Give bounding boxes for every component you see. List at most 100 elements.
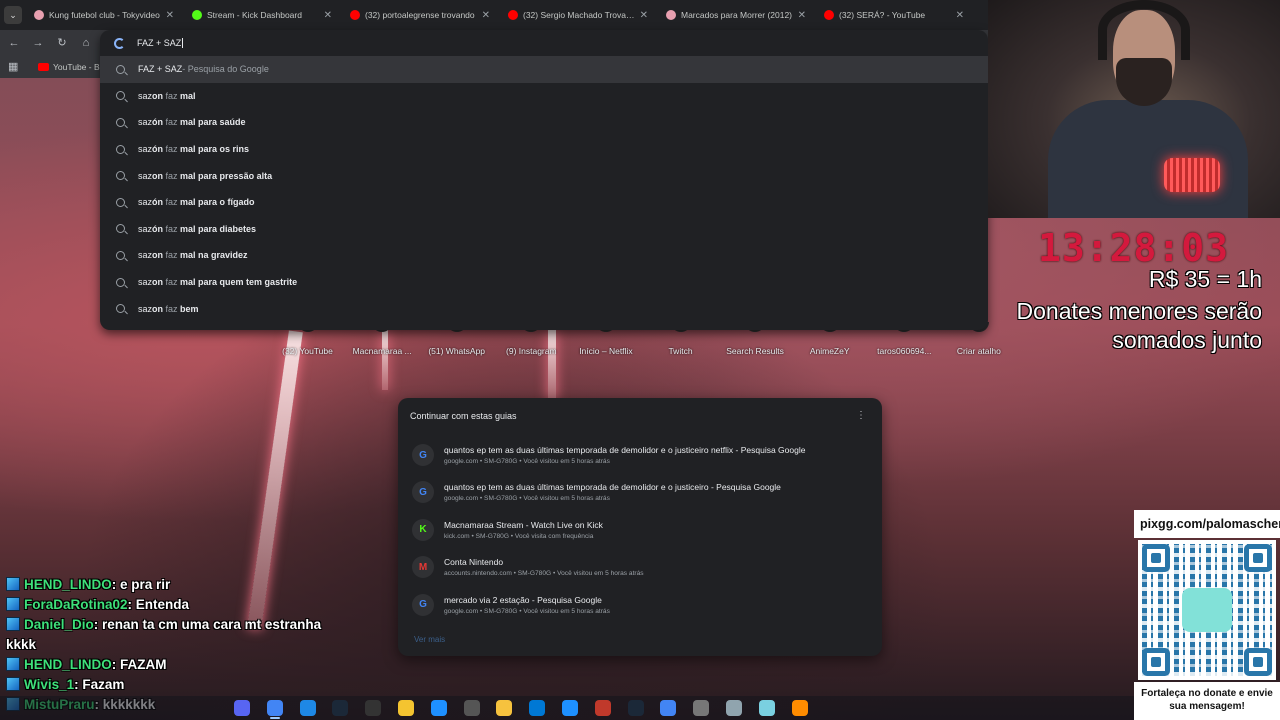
donation-rate: R$ 35 = 1h: [1148, 266, 1262, 292]
home-button[interactable]: ⌂: [78, 36, 94, 50]
chrome2-icon[interactable]: [660, 700, 677, 716]
close-icon[interactable]: ✕: [166, 10, 174, 21]
bookmark-youtube[interactable]: YouTube - Br: [38, 62, 102, 72]
browser-tab[interactable]: Marcados para Morrer (2012) ✕: [660, 4, 812, 26]
active-app-indicator: [270, 717, 280, 719]
pix-logo: [1182, 588, 1232, 632]
see-more-link[interactable]: Ver mais: [414, 635, 445, 644]
site-favicon-icon: G: [412, 444, 434, 466]
qr-pattern: [1142, 544, 1272, 676]
subscriber-badge-icon: [6, 597, 20, 611]
obs-icon[interactable]: [594, 700, 611, 716]
omnibox-suggestion[interactable]: saz ón faz mal para o fígado: [100, 189, 988, 216]
omnibox-suggestion[interactable]: saz ón faz mal para saúde: [100, 109, 988, 136]
tab-favicon-icon: [508, 10, 518, 20]
search-icon: [116, 304, 125, 314]
apps-icon[interactable]: ▦: [8, 60, 18, 73]
site-favicon-icon: M: [412, 556, 434, 579]
close-icon[interactable]: ✕: [482, 10, 490, 21]
omnibox-suggestion[interactable]: saz on faz mal para quem tem gastrite: [100, 269, 988, 296]
recent-tab-item[interactable]: Gquantos ep tem as duas últimas temporad…: [406, 475, 872, 509]
tab-favicon-icon: [192, 10, 202, 20]
back-button[interactable]: ←: [6, 36, 22, 50]
qr-finder: [1142, 544, 1170, 572]
webcam-feed: [988, 0, 1280, 218]
tab-favicon-icon: [824, 10, 834, 20]
taskbar: [0, 696, 1134, 720]
search-icon: [116, 64, 125, 74]
chat-message: Wivis_1: Fazam: [6, 675, 326, 695]
omnibox-suggestion[interactable]: saz on faz mal: [100, 83, 988, 110]
streamer-beard: [1116, 58, 1172, 106]
recent-tab-item[interactable]: Gquantos ep tem as duas últimas temporad…: [406, 438, 872, 472]
omnibox-suggestion[interactable]: saz ón faz mal para os rins: [100, 136, 988, 163]
recent-tab-item[interactable]: Gmercado via 2 estação - Pesquisa Google…: [406, 588, 872, 622]
tab-favicon-icon: [350, 10, 360, 20]
xbox-icon[interactable]: [463, 700, 480, 716]
address-input[interactable]: FAZ + SAZ: [137, 38, 181, 48]
chrome-icon[interactable]: [266, 700, 283, 716]
close-icon[interactable]: ✕: [798, 10, 806, 21]
omnibox-suggestion[interactable]: saz on faz mal na gravidez: [100, 242, 988, 269]
donation-note: Donates menores serão somados junto: [1016, 298, 1262, 353]
search-icon: [116, 117, 125, 127]
continue-panel-title: Continuar com estas guias: [410, 411, 517, 421]
address-bar[interactable]: FAZ + SAZ: [100, 30, 988, 56]
recent-tab-item[interactable]: K Macnamaraa Stream - Watch Live on Kick k…: [406, 513, 872, 547]
close-icon[interactable]: ✕: [956, 10, 964, 21]
browser-tab[interactable]: (32) SERÁ? - YouTube ✕: [818, 4, 970, 26]
browser-tab[interactable]: Stream - Kick Dashboard ✕: [186, 4, 338, 26]
reload-button[interactable]: ↻: [54, 36, 70, 50]
recent-tab-item[interactable]: M Conta Nintendo accounts.nintendo.com • S…: [406, 550, 872, 584]
steam-icon[interactable]: [332, 700, 349, 716]
subscriber-badge-icon: [6, 577, 20, 591]
close-icon[interactable]: ✕: [640, 10, 648, 21]
vscode-icon[interactable]: [529, 700, 546, 716]
qr-finder: [1244, 544, 1272, 572]
edge-icon[interactable]: [430, 700, 447, 716]
more-options-icon[interactable]: ⋮: [856, 410, 866, 421]
site-favicon-icon: G: [412, 593, 434, 616]
notes-icon[interactable]: [496, 700, 513, 716]
search-icon: [116, 277, 125, 287]
omnibox-suggestion-search[interactable]: FAZ + SAZ - Pesquisa do Google: [100, 56, 988, 83]
streamer-body: [1048, 100, 1248, 218]
omnibox-suggestion[interactable]: saz on faz bem: [100, 295, 988, 322]
chat-message: Daniel_Dio: renan ta cm uma cara mt estr…: [6, 617, 322, 652]
epic-icon[interactable]: [365, 700, 382, 716]
folder-icon[interactable]: [398, 700, 414, 716]
subscriber-badge-icon: [6, 677, 20, 691]
app-blue-icon[interactable]: [299, 700, 316, 716]
notepad-icon[interactable]: [758, 700, 775, 716]
chat-message: ForaDaRotina02: Entenda: [6, 595, 326, 615]
butterfly-icon[interactable]: [562, 700, 578, 716]
browser-tab[interactable]: (32) portoalegrense trovando ✕: [344, 4, 496, 26]
microphone: [1164, 158, 1220, 192]
steam2-icon[interactable]: [627, 700, 644, 716]
omnibox-dropdown: FAZ + SAZ FAZ + SAZ - Pesquisa do Google…: [100, 30, 988, 330]
tab-favicon-icon: [34, 10, 44, 20]
tab-search-button[interactable]: ⌄: [4, 6, 22, 24]
site-favicon-icon: G: [412, 481, 434, 504]
chat-overlay: HEND_LINDO: e pra rir ForaDaRotina02: Ent…: [6, 575, 326, 715]
chat-message: HEND_LINDO: FAZAM: [6, 655, 326, 675]
browser-tab[interactable]: Kung futebol club - Tokyvideo ✕: [28, 4, 180, 26]
search-icon: [116, 171, 125, 181]
search-icon: [116, 144, 125, 154]
forward-button[interactable]: →: [30, 36, 46, 50]
omnibox-suggestion[interactable]: saz ón faz mal para diabetes: [100, 216, 988, 243]
omnibox-suggestion[interactable]: saz on faz mal para pressão alta: [100, 162, 988, 189]
search-icon: [116, 224, 125, 234]
subathon-timer: 13:28:03: [1038, 226, 1230, 270]
settings-icon[interactable]: [693, 700, 710, 716]
discord-icon[interactable]: [234, 700, 250, 716]
vlc-icon[interactable]: [791, 700, 808, 716]
close-icon[interactable]: ✕: [324, 10, 332, 21]
search-icon: [116, 250, 125, 260]
subscriber-badge-icon: [6, 657, 20, 671]
tab-strip: ⌄ Kung futebol club - Tokyvideo ✕ Stream -…: [0, 0, 988, 30]
monitor-icon[interactable]: [726, 700, 742, 716]
qr-finder: [1142, 648, 1170, 676]
continue-tabs-panel: Continuar com estas guias ⋮ Gquantos ep …: [398, 398, 882, 656]
browser-tab[interactable]: (32) Sergio Machado Trovando ✕: [502, 4, 654, 26]
